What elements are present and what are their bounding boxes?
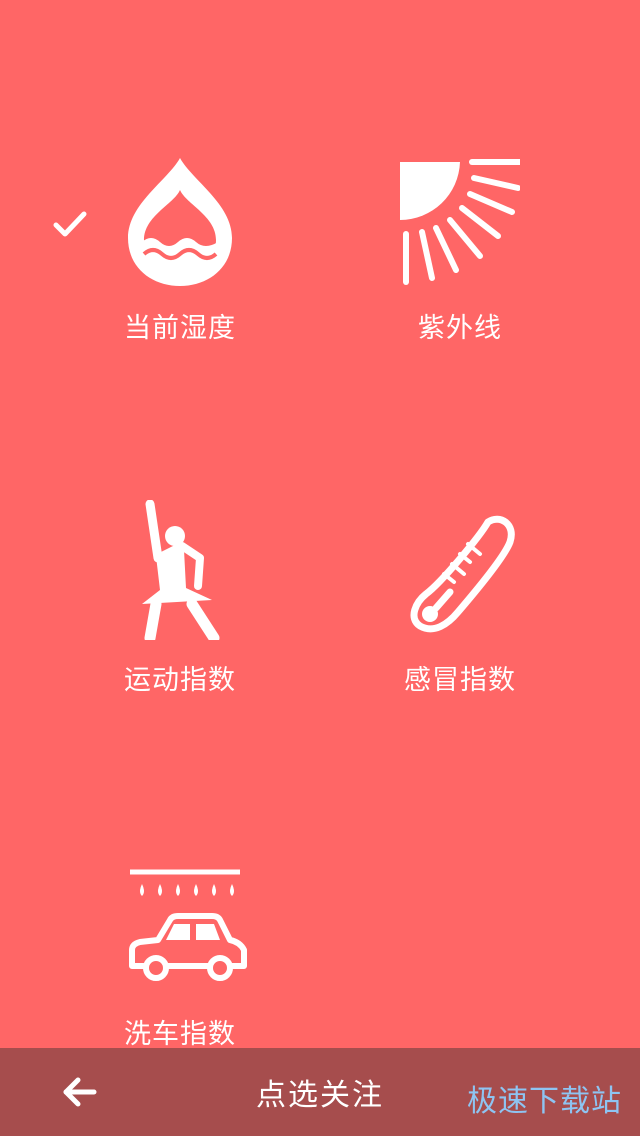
watermark-text: 极速下载站 xyxy=(467,1084,622,1119)
dancing-person-icon xyxy=(142,500,220,640)
water-drop-icon xyxy=(128,158,232,286)
tile-uv[interactable]: 紫外线 xyxy=(340,150,580,380)
car-wash-icon xyxy=(129,869,247,981)
sun-rays-icon xyxy=(400,159,520,285)
tile-label-sport: 运动指数 xyxy=(124,665,236,696)
tile-cold[interactable]: 感冒指数 xyxy=(340,500,580,730)
tile-label-uv: 紫外线 xyxy=(418,313,502,344)
bottom-bar: 点选关注 极速下载站 xyxy=(0,1048,640,1136)
tile-label-carwash: 洗车指数 xyxy=(124,1019,236,1050)
tile-label-humidity: 当前湿度 xyxy=(124,313,236,344)
tile-label-cold: 感冒指数 xyxy=(404,665,516,696)
tile-sport[interactable]: 运动指数 xyxy=(60,500,300,730)
thermometer-icon xyxy=(410,515,515,633)
tile-humidity[interactable]: 当前湿度 xyxy=(60,150,300,380)
